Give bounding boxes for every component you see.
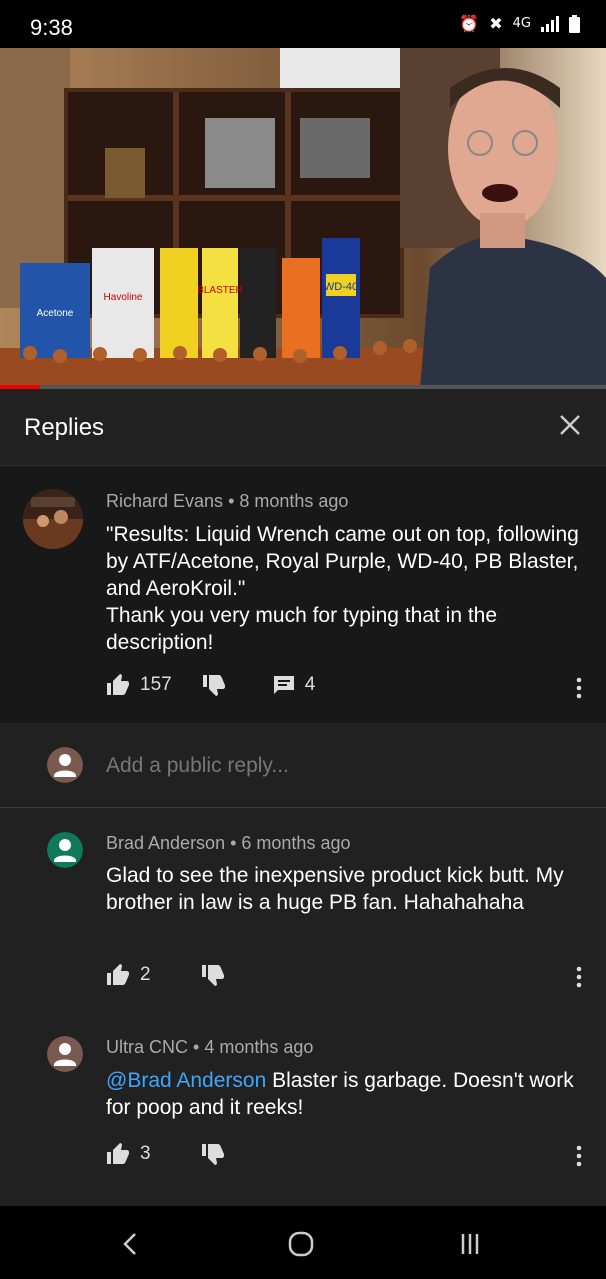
comment-text: "Results: Liquid Wrench came out on top,… bbox=[106, 523, 579, 654]
reply-text: Glad to see the inexpensive product kick… bbox=[106, 864, 564, 914]
avatar[interactable] bbox=[23, 489, 83, 549]
video-frame: WD-40 BLASTER Havoline Acetone bbox=[0, 48, 606, 388]
wd40-label: WD-40 bbox=[324, 281, 358, 293]
status-time: 9:38 bbox=[30, 15, 73, 40]
alarm-icon: ⏰ bbox=[459, 14, 480, 33]
replies-list: Brad Anderson • 6 months ago Glad to see… bbox=[0, 808, 606, 1206]
like-count: 2 bbox=[140, 964, 151, 985]
system-nav-bar bbox=[0, 1206, 606, 1279]
more-options-icon[interactable] bbox=[576, 677, 582, 699]
reply-meta: Ultra CNC • 4 months ago bbox=[106, 1037, 314, 1057]
mute-icon: ✖ bbox=[489, 14, 503, 33]
like-icon[interactable] bbox=[106, 1143, 130, 1165]
user-avatar-icon bbox=[47, 747, 83, 783]
more-options-icon[interactable] bbox=[576, 1145, 582, 1167]
network-type: 4G bbox=[512, 16, 531, 31]
reply-actions: 3 bbox=[106, 1143, 225, 1165]
reply-icon[interactable] bbox=[273, 675, 295, 695]
recents-icon[interactable] bbox=[450, 1224, 490, 1264]
comment-meta: Richard Evans • 8 months ago bbox=[106, 491, 349, 511]
reply-author[interactable]: Brad Anderson bbox=[106, 833, 225, 853]
signal-icon bbox=[541, 15, 559, 32]
battery-icon bbox=[569, 14, 580, 33]
comment-actions: 157 4 bbox=[106, 674, 315, 696]
comment-age: 8 months ago bbox=[239, 491, 349, 511]
reply-actions: 2 bbox=[106, 964, 225, 986]
reply-age: 4 months ago bbox=[204, 1037, 314, 1057]
dislike-icon[interactable] bbox=[201, 964, 225, 986]
reply-count: 4 bbox=[304, 674, 316, 695]
parent-comment: Richard Evans • 8 months ago "Results: L… bbox=[0, 466, 606, 723]
acetone-label: Acetone bbox=[37, 308, 74, 319]
video-player[interactable]: WD-40 BLASTER Havoline Acetone bbox=[0, 48, 606, 388]
havoline-label: Havoline bbox=[104, 292, 143, 303]
reply-age: 6 months ago bbox=[241, 833, 351, 853]
replies-title: Replies bbox=[24, 414, 105, 441]
avatar[interactable] bbox=[47, 1036, 83, 1072]
status-icons: ⏰ ✖ 4G bbox=[459, 14, 580, 33]
like-count: 157 bbox=[140, 674, 172, 695]
dislike-icon[interactable] bbox=[201, 1143, 225, 1165]
dislike-icon[interactable] bbox=[202, 674, 226, 696]
reply-input-placeholder[interactable]: Add a public reply... bbox=[106, 754, 289, 778]
more-options-icon[interactable] bbox=[576, 966, 582, 988]
reply-author[interactable]: Ultra CNC bbox=[106, 1037, 188, 1057]
user-mention-link[interactable]: @Brad Anderson bbox=[106, 1069, 266, 1092]
reply-meta: Brad Anderson • 6 months ago bbox=[106, 833, 351, 853]
add-reply-bar[interactable]: Add a public reply... bbox=[0, 723, 606, 808]
replies-header: Replies bbox=[0, 389, 606, 466]
avatar-photo bbox=[23, 489, 83, 549]
back-icon[interactable] bbox=[110, 1224, 150, 1264]
blaster-label: BLASTER bbox=[197, 285, 243, 296]
status-bar: 9:38 ⏰ ✖ 4G bbox=[0, 0, 606, 48]
avatar[interactable] bbox=[47, 832, 83, 868]
comment-author[interactable]: Richard Evans bbox=[106, 491, 223, 511]
close-icon[interactable] bbox=[554, 409, 586, 441]
like-count: 3 bbox=[140, 1143, 151, 1164]
home-icon[interactable] bbox=[281, 1224, 321, 1264]
like-icon[interactable] bbox=[106, 964, 130, 986]
like-icon[interactable] bbox=[106, 674, 130, 696]
reply-text: @Brad Anderson Blaster is garbage. Doesn… bbox=[106, 1067, 576, 1121]
